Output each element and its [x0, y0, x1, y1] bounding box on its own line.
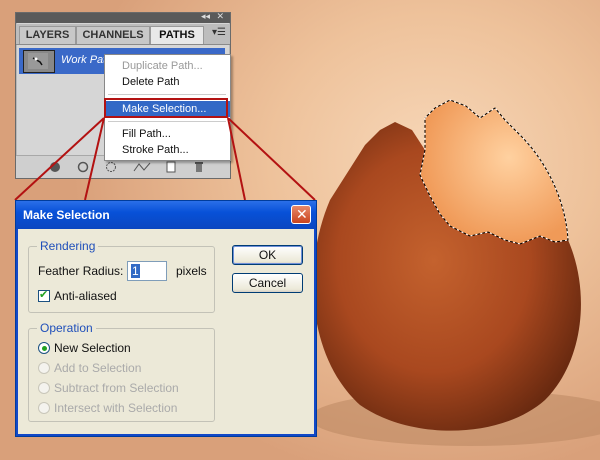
- close-icon: ✕: [296, 206, 308, 222]
- menu-separator: [108, 121, 226, 122]
- radio-subtract-from-selection: [38, 382, 50, 394]
- cancel-button[interactable]: Cancel: [232, 273, 303, 293]
- feather-radius-label: Feather Radius:: [38, 264, 124, 278]
- tab-layers[interactable]: LAYERS: [19, 26, 76, 44]
- new-selection-label[interactable]: New Selection: [54, 341, 131, 355]
- ok-button[interactable]: OK: [232, 245, 303, 265]
- stroke-path-icon[interactable]: [77, 161, 89, 173]
- menu-item-stroke-path[interactable]: Stroke Path...: [105, 142, 230, 158]
- add-to-selection-label: Add to Selection: [54, 361, 142, 375]
- checkmark-icon: ✔: [39, 289, 49, 301]
- tab-channels[interactable]: CHANNELS: [76, 26, 150, 44]
- antialiased-label[interactable]: Anti-aliased: [54, 289, 117, 303]
- feather-radius-value: 1: [131, 264, 140, 278]
- path-thumbnail: [23, 50, 55, 73]
- menu-separator: [108, 94, 226, 95]
- panel-menu-icon[interactable]: ▾☰: [212, 27, 226, 39]
- make-work-path-icon[interactable]: [133, 161, 151, 173]
- radio-selected-dot: [42, 346, 47, 351]
- radio-add-to-selection: [38, 362, 50, 374]
- subtract-from-selection-label: Subtract from Selection: [54, 381, 179, 395]
- dialog-title: Make Selection: [23, 208, 110, 222]
- panel-close-icon[interactable]: ✕: [216, 11, 224, 22]
- menu-item-delete-path[interactable]: Delete Path: [105, 74, 230, 90]
- dialog-titlebar[interactable]: Make Selection ✕: [16, 201, 316, 229]
- intersect-with-selection-label: Intersect with Selection: [54, 401, 178, 415]
- new-path-icon[interactable]: [165, 161, 177, 173]
- collapse-icon[interactable]: ◂◂: [201, 11, 210, 22]
- rendering-group-label: Rendering: [37, 239, 99, 253]
- radio-new-selection[interactable]: [38, 342, 50, 354]
- highlight-callout-frame: [104, 98, 228, 118]
- menu-item-duplicate-path: Duplicate Path...: [122, 60, 203, 72]
- menu-item-fill-path[interactable]: Fill Path...: [105, 126, 230, 142]
- operation-group-label: Operation: [37, 321, 96, 335]
- fill-path-icon[interactable]: [49, 161, 61, 173]
- panel-titlebar[interactable]: ◂◂ ✕: [16, 11, 230, 23]
- delete-path-icon[interactable]: [193, 161, 205, 173]
- panel-tabs: LAYERS CHANNELS PATHS: [16, 24, 230, 45]
- radio-intersect-with-selection: [38, 402, 50, 414]
- load-selection-icon[interactable]: [105, 161, 117, 173]
- dialog-close-button[interactable]: ✕: [291, 205, 311, 224]
- feather-unit-label: pixels: [176, 264, 207, 278]
- antialiased-checkbox[interactable]: ✔: [38, 289, 50, 302]
- feather-radius-input[interactable]: 1: [127, 261, 167, 281]
- tab-paths[interactable]: PATHS: [150, 26, 204, 44]
- make-selection-dialog: Make Selection ✕ Rendering Feather Radiu…: [15, 200, 317, 437]
